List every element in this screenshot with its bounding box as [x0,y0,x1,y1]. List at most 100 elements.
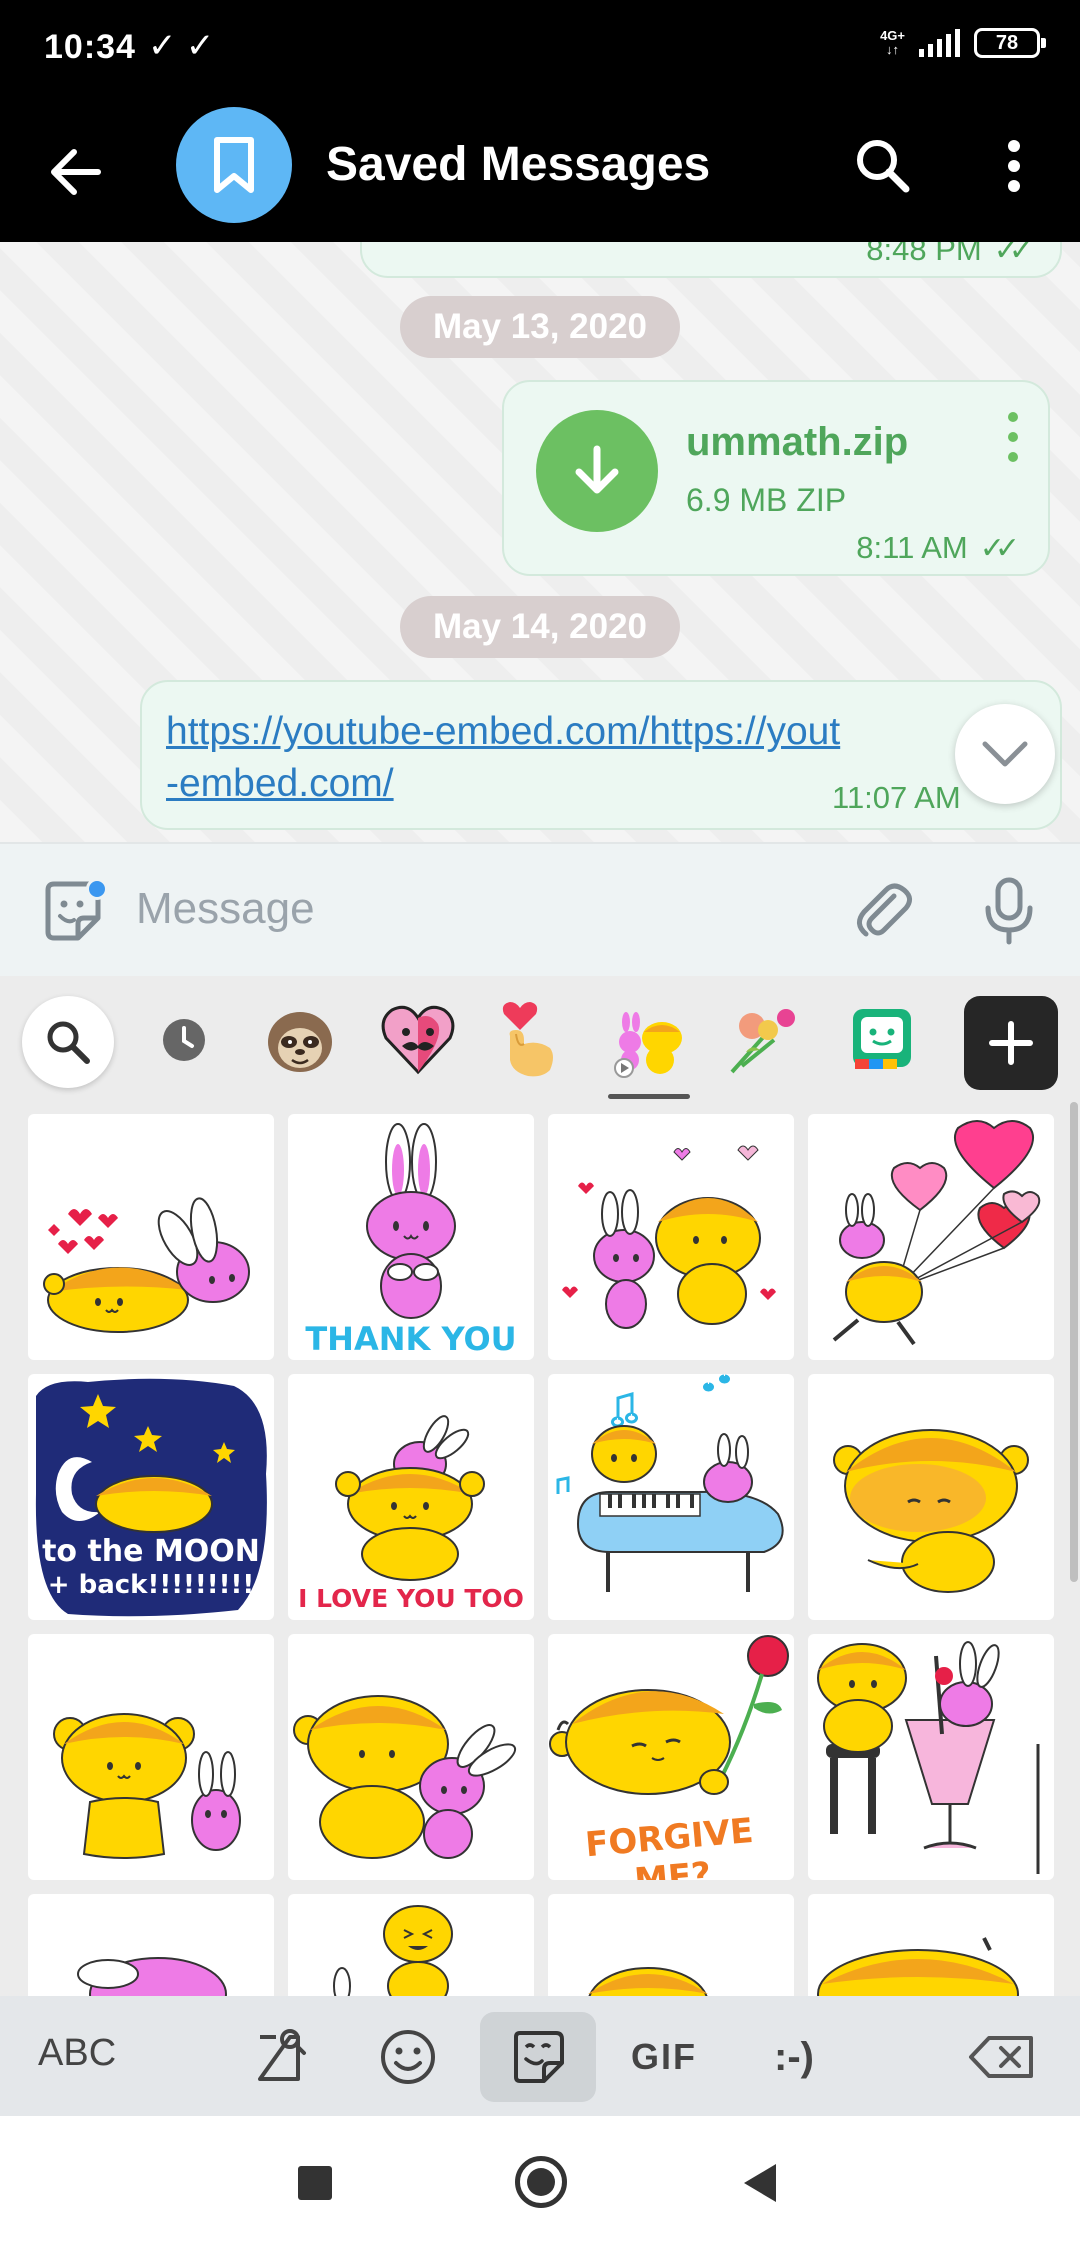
sticker-bear-hug-bunny[interactable] [288,1634,534,1880]
chat-messages[interactable]: 8:48 PM ✓✓ May 13, 2020 ummath.zip 6.9 M… [0,242,1080,842]
tab-bouquet-pack[interactable] [722,998,806,1082]
sticker-search-button[interactable] [22,996,114,1088]
bot-face-icon [853,1009,911,1069]
recents-button[interactable] [298,2166,332,2200]
add-sticker-pack-button[interactable] [964,996,1058,1090]
back-button[interactable] [40,137,110,207]
status-bar: 10:34 ✓ ✓ 4G+ ↓↑ 78 [0,0,1080,97]
search-icon [47,1021,90,1064]
sticker-panel-scrollbar[interactable] [1070,1102,1078,1582]
notification-checks: ✓ ✓ [148,27,215,65]
sticker-row4-3[interactable] [548,1894,794,1996]
chevron-down-icon [982,741,1028,767]
sticker-i-love-you-too[interactable]: I LOVE YOU TOO [288,1374,534,1620]
heart-hand-icon [502,1002,553,1077]
arrow-left-icon [51,149,101,195]
microphone-icon [985,877,1033,945]
message-time: 8:48 PM [866,242,982,267]
back-nav-button[interactable] [744,2164,776,2202]
chat-title[interactable]: Saved Messages [326,137,710,192]
status-icons: 4G+ ↓↑ 78 [880,28,1046,58]
bear-bunny-stand-sticker [53,1713,241,1859]
sticker-forgive-me[interactable]: FORGIVE ME? [548,1634,794,1880]
sticker-thank-you[interactable]: THANK YOU [288,1114,534,1360]
tab-bear-bunny-pack[interactable] [606,998,690,1082]
tab-heart-pack[interactable] [376,998,460,1082]
abc-keyboard-button[interactable]: ABC [38,2032,116,2075]
sticker-bear-bunny-stand[interactable] [28,1634,274,1880]
clipboard-search-icon [258,2029,306,2081]
sticker-panel: THANK YOU to the MOON + back!!!!!!!!! I … [0,976,1080,1996]
battery-icon: 78 [974,28,1046,58]
bunny-bear-walk-sticker [562,1145,776,1329]
sticker-bunny-bear-walk[interactable] [548,1114,794,1360]
chat-header: Saved Messages [0,97,1080,242]
sticker-sleepy-bear[interactable] [808,1374,1054,1620]
sticker-milkshake[interactable] [808,1634,1054,1880]
tab-sloth-pack[interactable] [258,998,342,1082]
plus-icon [989,1021,1033,1065]
read-ticks-icon: ✓✓ [979,531,1020,565]
home-button[interactable] [515,2156,567,2208]
tab-heart-hand-pack[interactable] [490,998,574,1082]
smiley-icon [381,2030,435,2084]
attach-button[interactable] [850,878,916,944]
file-message-bubble[interactable]: ummath.zip 6.9 MB ZIP 8:11 AM ✓✓ [502,380,1050,576]
sticker-balloons[interactable] [808,1114,1054,1360]
message-bubble-previous[interactable]: 8:48 PM ✓✓ [360,242,1062,278]
gif-button[interactable]: GIF [606,2012,722,2102]
backspace-button[interactable] [944,2012,1060,2102]
file-name[interactable]: ummath.zip [686,420,908,465]
sticker-row4-1[interactable] [28,1894,274,1996]
file-menu-icon[interactable] [1008,412,1028,472]
link-message-bubble[interactable]: https://youtube-embed.com/https://yout -… [140,680,1062,830]
message-input[interactable] [136,874,836,944]
status-time: 10:34 [44,28,136,66]
bear-hug-bunny-sticker [293,1695,517,1859]
scroll-down-button[interactable] [955,704,1055,804]
balloons-sticker [832,1120,1041,1346]
active-tab-indicator [608,1094,690,1099]
sticker-caption: + back!!!!!!!!! [47,1570,255,1600]
message-link[interactable]: https://youtube-embed.com/https://yout -… [166,706,840,810]
search-button[interactable] [848,131,918,201]
read-ticks-icon: ✓✓ [993,242,1034,267]
bunny-partial-sticker [77,1957,227,1996]
more-options-button[interactable] [992,131,1036,201]
sticker-bear-bunny-hearts[interactable] [28,1114,274,1360]
message-input-bar [0,842,1080,976]
saved-messages-avatar[interactable] [176,107,292,223]
sticker-to-the-moon[interactable]: to the MOON + back!!!!!!!!! [28,1374,274,1620]
emoticon-button[interactable]: :-) [736,2012,852,2102]
emoji-button[interactable] [350,2012,466,2102]
tab-recent[interactable] [142,998,226,1082]
signal-icon [919,29,960,57]
tab-bot-pack[interactable] [840,998,924,1082]
microphone-button[interactable] [976,876,1042,946]
sticker-row4-2[interactable] [288,1894,534,1996]
heart-mustache-icon [381,1005,455,1075]
clock-icon [163,1019,205,1061]
bear-laughing-partial-sticker [333,1905,453,1996]
network-type: 4G+ ↓↑ [880,28,905,57]
bear-partial-sticker [588,1967,708,1996]
search-icon [857,140,910,193]
new-stickers-badge [86,878,108,900]
keyboard-toolbar: ABC GIF :-) [0,1996,1080,2116]
sticker-button[interactable] [480,2012,596,2102]
sticker-row4-4[interactable] [808,1894,1054,1996]
backspace-icon [969,2036,1033,2078]
date-separator: May 14, 2020 [400,596,680,658]
bear-bunny-icon [614,1012,682,1078]
sticker-piano[interactable] [548,1374,794,1620]
bouquet-icon [730,1009,795,1074]
file-size: 6.9 MB ZIP [686,482,847,518]
sticker-caption: to the MOON [42,1534,260,1569]
sticker-caption: THANK YOU [305,1320,517,1358]
sticker-pack-tabs [0,976,1080,1100]
clipboard-button[interactable] [224,2012,340,2102]
milkshake-sticker [817,1641,1040,1874]
more-vertical-icon [1008,140,1020,192]
download-button[interactable] [536,410,658,532]
sticker-icon [514,2031,564,2083]
